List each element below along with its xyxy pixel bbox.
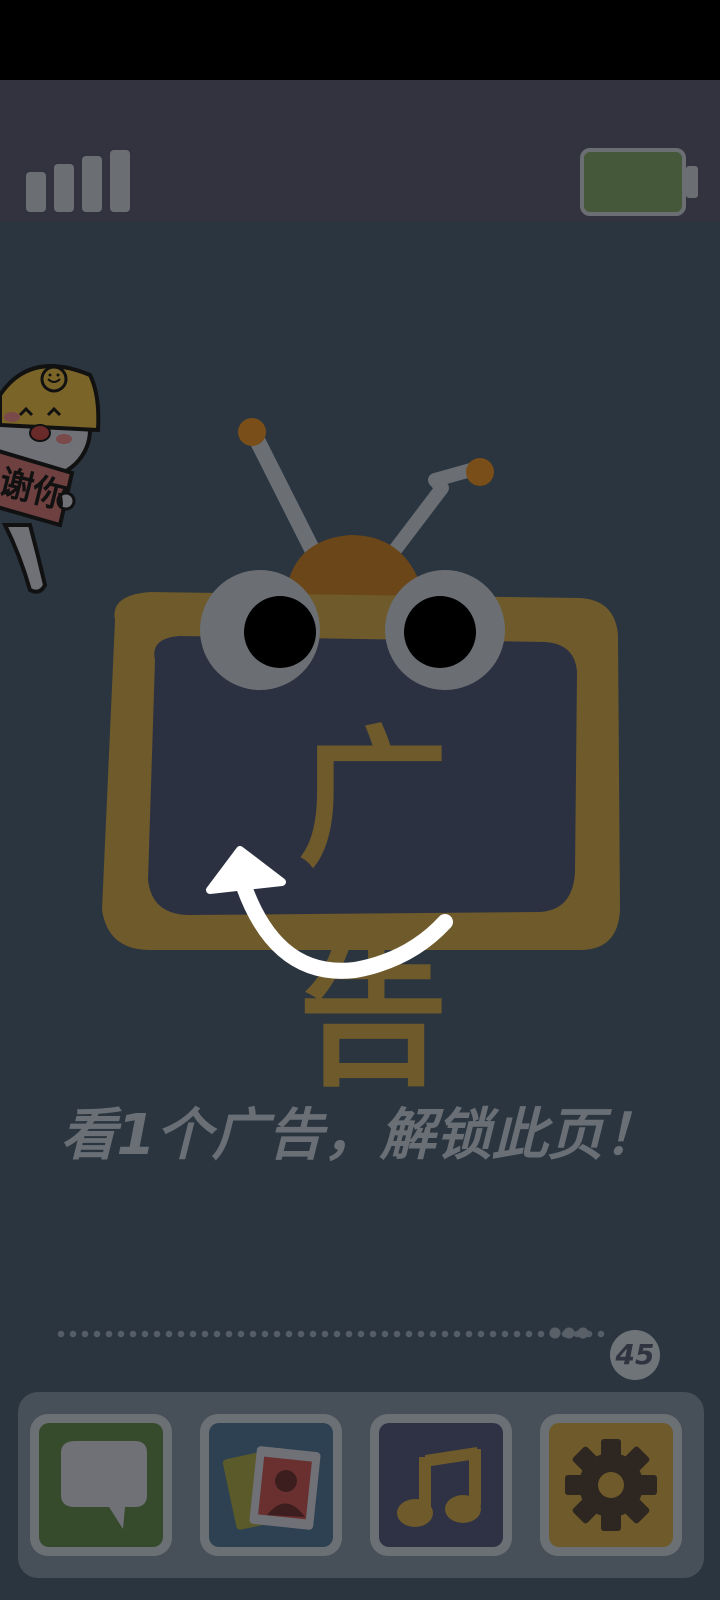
- music-app-button[interactable]: [370, 1414, 512, 1556]
- progress-track: [55, 1330, 610, 1338]
- swipe-arrow-icon: [206, 846, 453, 979]
- music-note-icon: [397, 1447, 481, 1527]
- battery-icon: [580, 148, 698, 216]
- chat-bubble-icon: [61, 1441, 147, 1529]
- signal-bars-icon: [26, 150, 130, 212]
- ad-progress-bar: [55, 1326, 610, 1340]
- top-black-bar: [0, 0, 720, 80]
- app-dock: [18, 1392, 704, 1578]
- progress-fill: [548, 1326, 588, 1340]
- photos-app-button[interactable]: [200, 1414, 342, 1556]
- gear-icon: [565, 1439, 657, 1531]
- progress-counter: 45: [610, 1330, 660, 1380]
- messages-app-button[interactable]: [30, 1414, 172, 1556]
- settings-app-button[interactable]: [540, 1414, 682, 1556]
- photos-icon: [222, 1446, 321, 1530]
- unlock-prompt-text: 看1个广告，解锁此页！: [60, 1103, 660, 1168]
